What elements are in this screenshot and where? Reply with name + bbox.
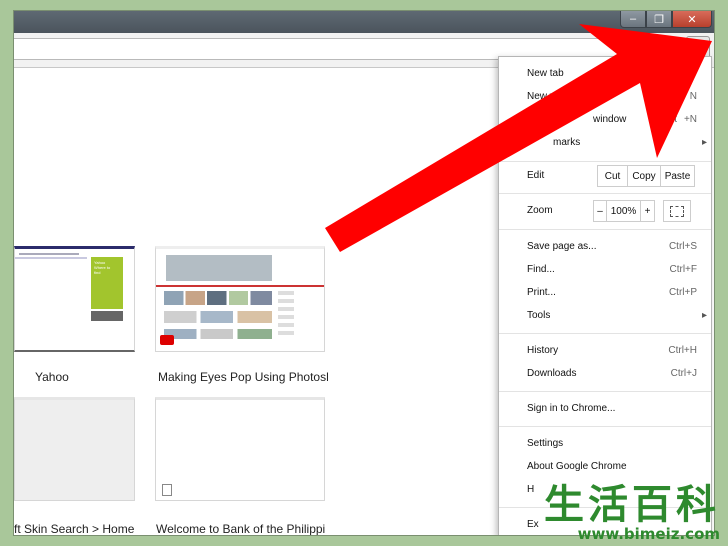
watermark: 生活百科 www.bimeiz.com <box>544 485 720 542</box>
watermark-url: www.bimeiz.com <box>577 525 720 543</box>
arrow-icon <box>325 24 712 252</box>
watermark-chinese-text: 生活百科 <box>544 482 720 528</box>
red-arrow-annotation <box>325 24 712 252</box>
